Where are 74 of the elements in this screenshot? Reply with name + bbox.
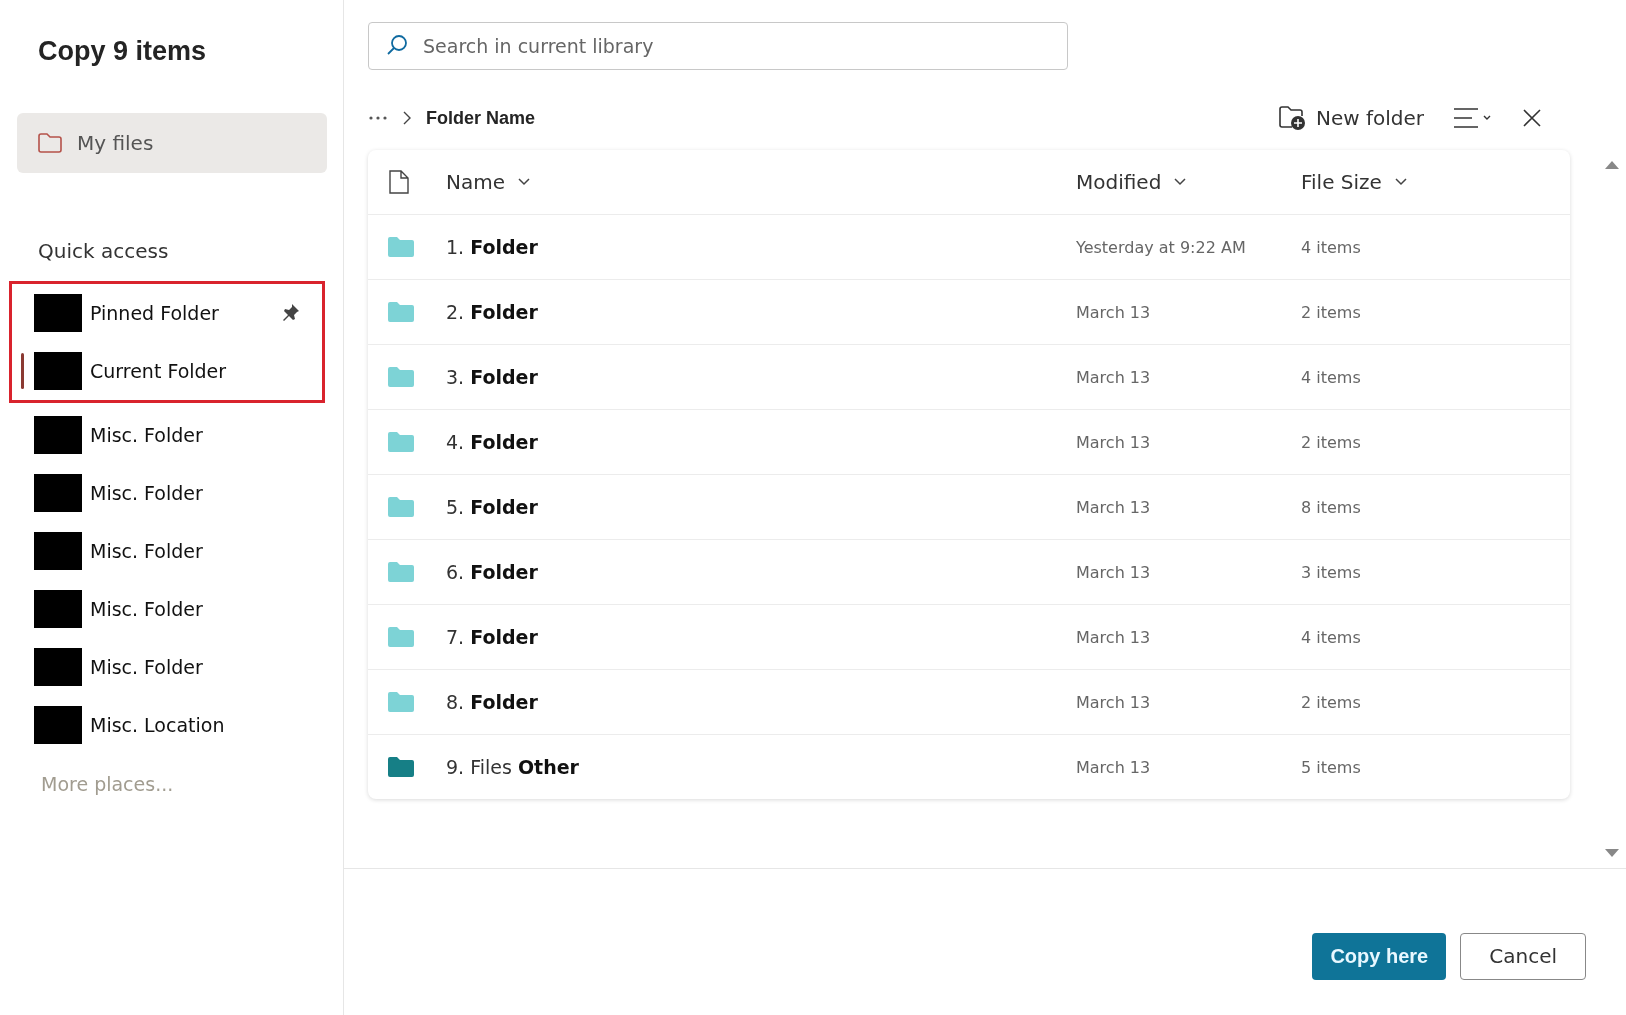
item-count: 5 items <box>1301 757 1362 777</box>
item-count: 2 items <box>1301 432 1362 452</box>
modified-date: March 13 <box>1076 432 1152 452</box>
file-icon <box>388 169 410 195</box>
item-label: Misc. Folder <box>90 540 204 562</box>
folder-name[interactable]: 9. Files Other <box>446 756 1076 778</box>
item-label: Misc. Location <box>90 714 226 736</box>
item-label: Misc. Folder <box>90 424 204 446</box>
item-label: Misc. Folder <box>90 482 204 504</box>
item-label: Misc. Folder <box>90 656 204 678</box>
more-icon[interactable] <box>368 115 388 121</box>
section-heading: Quick access <box>38 239 170 263</box>
modified-date: March 13 <box>1076 757 1152 777</box>
item-count: 3 items <box>1301 562 1362 582</box>
modified-date: March 13 <box>1076 302 1152 322</box>
item-label: Misc. Folder <box>90 598 204 620</box>
column-header[interactable]: File Size <box>1301 170 1570 194</box>
redaction-block <box>34 706 82 744</box>
folder-name[interactable]: 4. Folder <box>446 431 1076 453</box>
modified-date: March 13 <box>1076 497 1152 517</box>
quick-access-item[interactable]: Misc. Location <box>12 696 322 754</box>
new-folder-button[interactable]: New folder <box>1273 101 1428 135</box>
folder-name[interactable]: 2. Folder <box>446 301 1076 323</box>
item-count: 4 items <box>1301 367 1362 387</box>
quick-access-item[interactable]: Misc. Folder <box>12 638 322 696</box>
modified-date: March 13 <box>1076 367 1152 387</box>
search-icon <box>386 34 408 56</box>
modified-date: Yesterday at 9:22 AM <box>1076 237 1247 257</box>
quick-access-item[interactable]: Pinned Folder <box>12 284 322 342</box>
list-icon <box>1452 107 1492 129</box>
quick-access-item[interactable]: Misc. Folder <box>12 580 322 638</box>
quick-access-item[interactable]: Misc. Folder <box>12 464 322 522</box>
item-count: 4 items <box>1301 237 1362 257</box>
my-files-button[interactable]: My files <box>17 113 327 173</box>
quick-access-item[interactable]: Current Folder <box>12 342 322 400</box>
item-count: 8 items <box>1301 497 1362 517</box>
chevron-down-icon <box>1173 177 1188 187</box>
redaction-block <box>34 352 82 390</box>
item-label: Current Folder <box>90 360 228 382</box>
folder-name[interactable]: 1. Folder <box>446 236 1076 258</box>
redaction-block <box>34 648 82 686</box>
redaction-block <box>34 474 82 512</box>
chevron-down-icon <box>517 177 531 187</box>
search-field[interactable]: Search in current library <box>368 22 1068 70</box>
redaction-block <box>34 532 82 570</box>
folder-name[interactable]: 5. Folder <box>446 496 1076 518</box>
modified-date: March 13 <box>1076 692 1152 712</box>
folder-name[interactable]: 6. Folder <box>446 561 1076 583</box>
cancel-button[interactable]: Cancel <box>1460 932 1586 980</box>
dialog-title: Copy 9 items <box>38 36 208 67</box>
folder-add-icon <box>1277 105 1306 131</box>
close-icon <box>1522 108 1542 128</box>
chevron-down-icon <box>1393 177 1408 187</box>
quick-access-item[interactable]: Misc. Folder <box>12 406 322 464</box>
copy-here-button[interactable]: Copy here <box>1312 932 1447 980</box>
scroll-up-icon[interactable] <box>1605 160 1619 169</box>
item-count: 4 items <box>1301 627 1362 647</box>
item-label: Pinned Folder <box>90 302 220 324</box>
folder-icon <box>37 132 63 154</box>
column-header[interactable]: Modified <box>1076 170 1301 194</box>
redaction-block <box>34 416 82 454</box>
breadcrumb-current: Folder Name <box>426 107 536 129</box>
folder-name[interactable]: 3. Folder <box>446 366 1076 388</box>
quick-access-item[interactable]: Misc. Folder <box>12 522 322 580</box>
modified-date: March 13 <box>1076 627 1152 647</box>
column-header[interactable]: Name <box>446 170 1076 194</box>
redaction-block <box>34 590 82 628</box>
scroll-down-icon[interactable] <box>1605 849 1619 858</box>
folder-name[interactable]: 7. Folder <box>446 626 1076 648</box>
redaction-block <box>34 294 82 332</box>
modified-date: March 13 <box>1076 562 1152 582</box>
folder-name[interactable]: 8. Folder <box>446 691 1076 713</box>
item-count: 2 items <box>1301 302 1362 322</box>
item-count: 2 items <box>1301 692 1362 712</box>
